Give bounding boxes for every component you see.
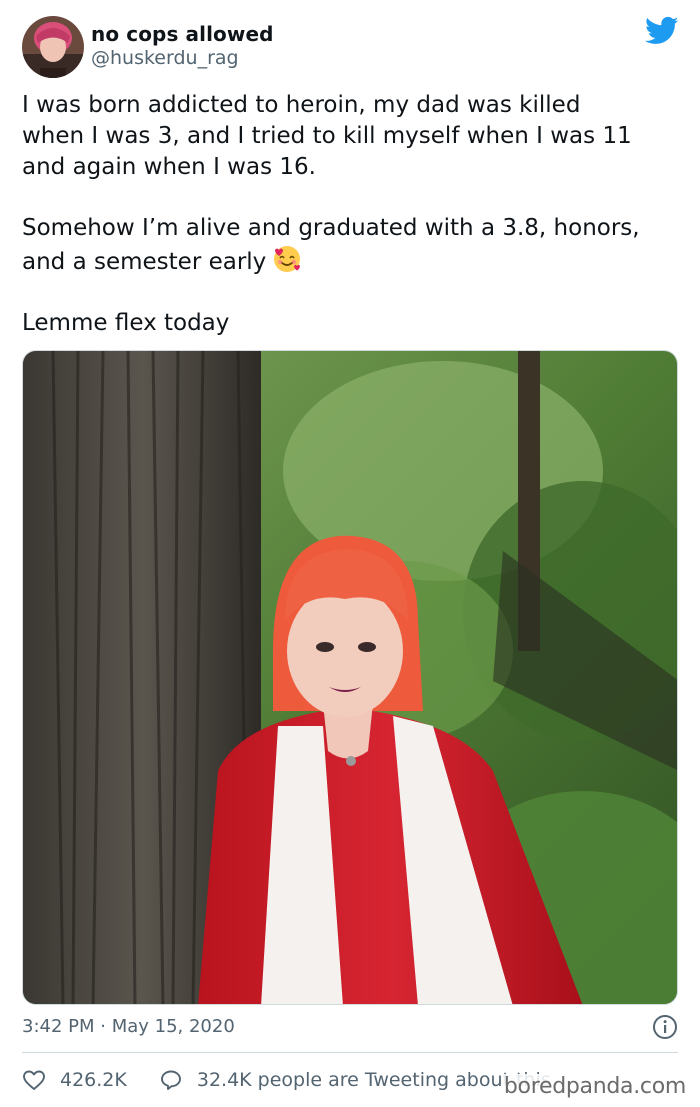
tweeting-about-link[interactable]: 32.4K people are Tweeting about this: [159, 1068, 551, 1092]
tweet-actions: 426.2K 32.4K people are Tweeting about t…: [22, 1067, 551, 1093]
avatar[interactable]: [22, 16, 84, 78]
speech-bubble-icon: [159, 1068, 183, 1092]
info-icon[interactable]: [652, 1014, 678, 1040]
tweet-line: I was born addicted to heroin, my dad wa…: [22, 92, 581, 118]
tweeting-count: 32.4K people are Tweeting about this: [196, 1069, 551, 1091]
tweet-photo[interactable]: [22, 350, 678, 1005]
tweet-line: and again when I was 16.: [22, 154, 316, 180]
tweet-line: Somehow I’m alive and graduated with a 3…: [22, 215, 640, 241]
tweet-line: and a semester early: [22, 244, 682, 278]
tweet-line: when I was 3, and I tried to kill myself…: [22, 123, 632, 149]
tweet-timestamp[interactable]: 3:42 PM · May 15, 2020: [22, 1016, 235, 1037]
tweet-line: Lemme flex today: [22, 310, 230, 336]
watermark: boredpanda.com: [501, 1074, 688, 1099]
divider: [22, 1052, 678, 1053]
twitter-bird-icon[interactable]: [645, 16, 679, 46]
heart-icon: [22, 1068, 46, 1092]
tweet-text: I was born addicted to heroin, my dad wa…: [22, 90, 682, 339]
smiling-face-with-hearts-emoji: [272, 244, 302, 274]
author-handle[interactable]: @huskerdu_rag: [91, 47, 239, 69]
author-display-name[interactable]: no cops allowed: [91, 22, 274, 46]
like-count: 426.2K: [60, 1069, 127, 1091]
like-button[interactable]: 426.2K: [22, 1068, 127, 1092]
tweet-card: no cops allowed @huskerdu_rag I was born…: [0, 0, 700, 1107]
